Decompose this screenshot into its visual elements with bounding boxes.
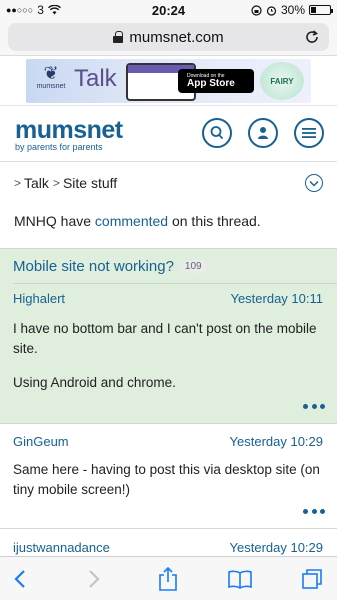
thread-title[interactable]: Mobile site not working? 109	[13, 258, 207, 275]
breadcrumb-talk[interactable]: Talk	[24, 175, 49, 191]
post-author[interactable]: Highalert	[13, 291, 65, 306]
browser-toolbar	[0, 556, 337, 600]
tabs-button[interactable]	[298, 565, 326, 593]
menu-button[interactable]	[294, 118, 324, 148]
post-author[interactable]: ijustwannadance	[13, 540, 110, 555]
breadcrumb-site-stuff[interactable]: Site stuff	[63, 175, 117, 191]
lock-icon	[113, 31, 124, 43]
bookmarks-button[interactable]	[226, 565, 254, 593]
chevron-right-icon: >	[52, 176, 60, 190]
mumsnet-ad-logo: ❦ mumsnet	[36, 63, 66, 90]
status-bar: ●●○○○ 3 20:24 30%	[0, 0, 337, 20]
alarm-icon	[266, 5, 277, 16]
lock-rotation-icon	[251, 4, 262, 16]
post-time: Yesterday 10:11	[230, 291, 323, 306]
appstore-big-text: App Store	[187, 77, 235, 89]
tabs-icon	[302, 569, 322, 589]
post-time: Yesterday 10:29	[229, 540, 323, 555]
brand-name: mumsnet	[15, 116, 123, 144]
browser-address-area: mumsnet.com	[0, 20, 337, 56]
url-text: mumsnet.com	[129, 28, 224, 46]
share-button[interactable]	[154, 565, 182, 593]
back-button[interactable]	[6, 565, 34, 593]
post-body: Same here - having to post this via desk…	[13, 462, 320, 497]
account-button[interactable]	[248, 118, 278, 148]
site-header: mumsnet by parents for parents	[0, 106, 337, 162]
divider	[13, 283, 337, 284]
commented-link[interactable]: commented	[95, 213, 168, 229]
forward-icon	[89, 570, 100, 588]
battery-icon	[309, 5, 333, 15]
post-divider	[0, 528, 337, 529]
back-icon	[14, 570, 25, 588]
ad-talk-text: Talk	[74, 65, 117, 92]
more-options-icon[interactable]	[303, 404, 325, 410]
post-body: Using Android and chrome.	[13, 375, 176, 390]
hamburger-icon	[302, 128, 316, 138]
user-icon	[258, 127, 268, 139]
thread-opening-post: Mobile site not working? 109 Highalert Ye…	[0, 248, 337, 424]
forward-button[interactable]	[80, 565, 108, 593]
battery-percent: 30%	[280, 3, 305, 17]
post-time: Yesterday 10:29	[229, 434, 323, 449]
bookmarks-icon	[228, 570, 252, 589]
search-button[interactable]	[202, 118, 232, 148]
ad-banner: ❦ mumsnet Talk Download on the App Store…	[0, 56, 337, 106]
search-icon	[210, 126, 224, 140]
app-store-badge[interactable]: Download on the App Store	[178, 69, 254, 93]
status-right: 30%	[251, 3, 333, 17]
more-options-icon[interactable]	[303, 509, 325, 515]
chevron-down-icon	[309, 180, 319, 187]
mumsnet-logo[interactable]: mumsnet by parents for parents	[15, 116, 123, 153]
reply-count-badge: 109	[179, 260, 207, 273]
post-body: I have no bottom bar and I can't post on…	[13, 321, 317, 356]
post-author[interactable]: GinGeum	[13, 434, 69, 449]
ad-image[interactable]: ❦ mumsnet Talk Download on the App Store…	[26, 59, 311, 103]
fairy-logo: FAIRY	[260, 62, 304, 100]
reload-icon[interactable]	[303, 28, 321, 46]
breadcrumb: > Talk > Site stuff	[0, 162, 337, 204]
share-icon	[159, 566, 177, 591]
mnhq-note: MNHQ have commented on this thread.	[14, 213, 261, 229]
chevron-right-icon: >	[14, 176, 22, 190]
breadcrumb-expand-button[interactable]	[305, 174, 323, 192]
address-bar[interactable]: mumsnet.com	[8, 23, 329, 51]
